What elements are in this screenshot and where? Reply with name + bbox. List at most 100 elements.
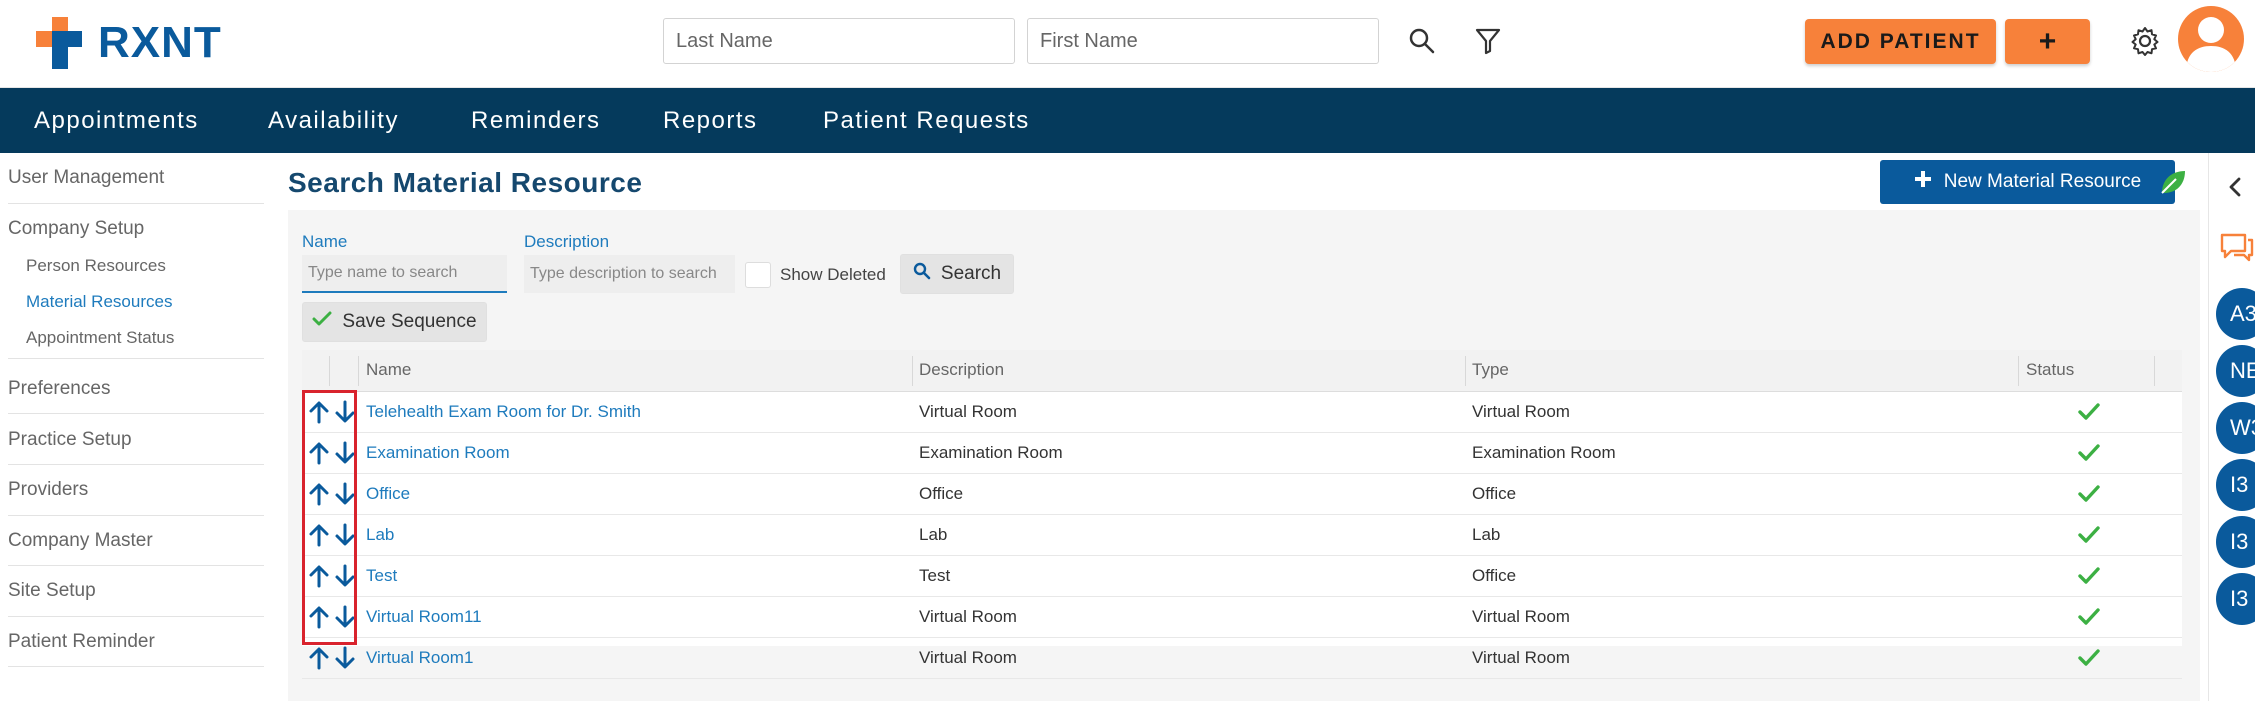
first-name-input[interactable] <box>1027 18 1379 64</box>
move-down-arrow-icon[interactable] <box>334 646 356 670</box>
resource-type: Virtual Room <box>1472 402 1570 421</box>
search-button-label: Search <box>940 263 1002 284</box>
material-resource-table: Name Description Type Status Telehealth … <box>302 350 2182 679</box>
column-header-name[interactable]: Name <box>366 360 411 380</box>
resource-name-link[interactable]: Office <box>366 484 410 504</box>
move-down-arrow-icon[interactable] <box>334 523 356 547</box>
name-filter-label: Name <box>302 232 348 251</box>
rail-user-bubble[interactable]: I3 <box>2216 516 2255 568</box>
sidebar-item-company-setup[interactable]: Company Setup <box>8 218 144 240</box>
rxnt-logo[interactable]: RXNT <box>36 17 222 69</box>
page-title: Search Material Resource <box>288 167 643 198</box>
column-header-description[interactable]: Description <box>919 360 1004 380</box>
resource-type: Office <box>1472 484 1517 503</box>
move-down-arrow-icon[interactable] <box>334 400 356 424</box>
column-header-type[interactable]: Type <box>1472 360 1509 380</box>
resource-name-link[interactable]: Test <box>366 566 397 586</box>
add-patient-button[interactable]: ADD PATIENT <box>1805 19 1996 64</box>
main-nav: Appointments Availability Reminders Repo… <box>0 88 2255 153</box>
nav-patient-requests[interactable]: Patient Requests <box>823 107 1030 135</box>
chat-icon[interactable] <box>2219 231 2255 268</box>
nav-reports[interactable]: Reports <box>663 107 758 135</box>
description-search-input[interactable] <box>524 255 735 293</box>
status-active-check-icon <box>2078 566 2100 586</box>
resource-name-link[interactable]: Virtual Room1 <box>366 648 473 668</box>
resource-description: Examination Room <box>919 443 1063 462</box>
move-up-arrow-icon[interactable] <box>308 523 330 547</box>
move-up-arrow-icon[interactable] <box>308 482 330 506</box>
search-icon <box>913 262 931 286</box>
filter-icon[interactable] <box>1469 22 1507 60</box>
gear-icon[interactable] <box>2126 22 2164 60</box>
move-up-arrow-icon[interactable] <box>308 646 330 670</box>
move-down-arrow-icon[interactable] <box>334 482 356 506</box>
column-divider <box>358 356 359 386</box>
resource-name-link[interactable]: Telehealth Exam Room for Dr. Smith <box>366 402 641 422</box>
sidebar-item-practice-setup[interactable]: Practice Setup <box>8 429 132 451</box>
main-content: Search Material Resource New Material Re… <box>288 153 2200 701</box>
new-material-resource-button[interactable]: New Material Resource <box>1880 160 2175 204</box>
resource-name-link[interactable]: Examination Room <box>366 443 510 463</box>
nav-appointments[interactable]: Appointments <box>34 107 199 135</box>
column-header-status[interactable]: Status <box>2026 360 2074 380</box>
app-root: RXNT ADD PATIENT + Appointments Avai <box>0 0 2255 701</box>
move-up-arrow-icon[interactable] <box>308 441 330 465</box>
table-row: Virtual Room1 Virtual Room Virtual Room <box>302 638 2182 679</box>
sidebar-item-providers[interactable]: Providers <box>8 479 88 501</box>
sidebar-divider <box>8 666 264 667</box>
move-down-arrow-icon[interactable] <box>334 605 356 629</box>
nav-availability[interactable]: Availability <box>268 107 399 135</box>
resource-description: Office <box>919 484 964 503</box>
rail-user-bubble[interactable]: NE <box>2216 345 2255 397</box>
save-sequence-button[interactable]: Save Sequence <box>302 302 487 342</box>
sidebar-item-company-master[interactable]: Company Master <box>8 530 153 552</box>
rail-user-bubble[interactable]: I3 <box>2216 459 2255 511</box>
column-divider <box>2018 356 2019 386</box>
name-search-input[interactable] <box>302 255 507 293</box>
status-active-check-icon <box>2078 402 2100 422</box>
column-divider <box>912 356 913 386</box>
search-button[interactable]: Search <box>900 254 1014 294</box>
sidebar-item-preferences[interactable]: Preferences <box>8 378 110 400</box>
rail-user-bubble[interactable]: I3 <box>2216 573 2255 625</box>
sidebar-divider <box>8 358 264 359</box>
search-icon[interactable] <box>1403 22 1441 60</box>
resource-name-link[interactable]: Lab <box>366 525 394 545</box>
status-active-check-icon <box>2078 648 2100 668</box>
sidebar-item-patient-reminder[interactable]: Patient Reminder <box>8 631 155 653</box>
sidebar-item-material-resources[interactable]: Material Resources <box>26 292 172 312</box>
sidebar-item-site-setup[interactable]: Site Setup <box>8 580 96 602</box>
move-up-arrow-icon[interactable] <box>308 605 330 629</box>
nav-reminders[interactable]: Reminders <box>471 107 601 135</box>
column-divider <box>1465 356 1466 386</box>
move-up-arrow-icon[interactable] <box>308 400 330 424</box>
sidebar-divider <box>8 203 264 204</box>
move-down-arrow-icon[interactable] <box>334 564 356 588</box>
move-up-arrow-icon[interactable] <box>308 564 330 588</box>
table-row: Examination Room Examination Room Examinat… <box>302 433 2182 474</box>
settings-sidebar: User Management Company Setup Person Res… <box>0 153 268 701</box>
resource-name-link[interactable]: Virtual Room11 <box>366 607 482 627</box>
sidebar-item-user-management[interactable]: User Management <box>8 167 164 189</box>
chevron-left-icon[interactable] <box>2227 177 2243 202</box>
logo-cross-icon <box>36 17 88 69</box>
move-down-arrow-icon[interactable] <box>334 441 356 465</box>
resource-description: Virtual Room <box>919 607 1017 626</box>
table-row: Office Office Office <box>302 474 2182 515</box>
table-row: Lab Lab Lab <box>302 515 2182 556</box>
last-name-input[interactable] <box>663 18 1015 64</box>
user-avatar[interactable] <box>2178 6 2244 72</box>
sidebar-divider <box>8 616 264 617</box>
show-deleted-checkbox[interactable] <box>745 262 771 288</box>
table-header: Name Description Type Status <box>302 350 2182 392</box>
table-row: Virtual Room11 Virtual Room Virtual Room <box>302 597 2182 638</box>
sidebar-item-appointment-status[interactable]: Appointment Status <box>26 328 174 348</box>
plus-icon <box>1914 170 1932 194</box>
status-active-check-icon <box>2078 607 2100 627</box>
rail-user-bubble[interactable]: W3 <box>2216 402 2255 454</box>
leaf-icon[interactable] <box>2158 167 2188 197</box>
resource-type: Lab <box>1472 525 1501 544</box>
quick-add-button[interactable]: + <box>2005 19 2090 64</box>
sidebar-item-person-resources[interactable]: Person Resources <box>26 256 166 276</box>
rail-user-bubble[interactable]: A3 <box>2216 288 2255 340</box>
